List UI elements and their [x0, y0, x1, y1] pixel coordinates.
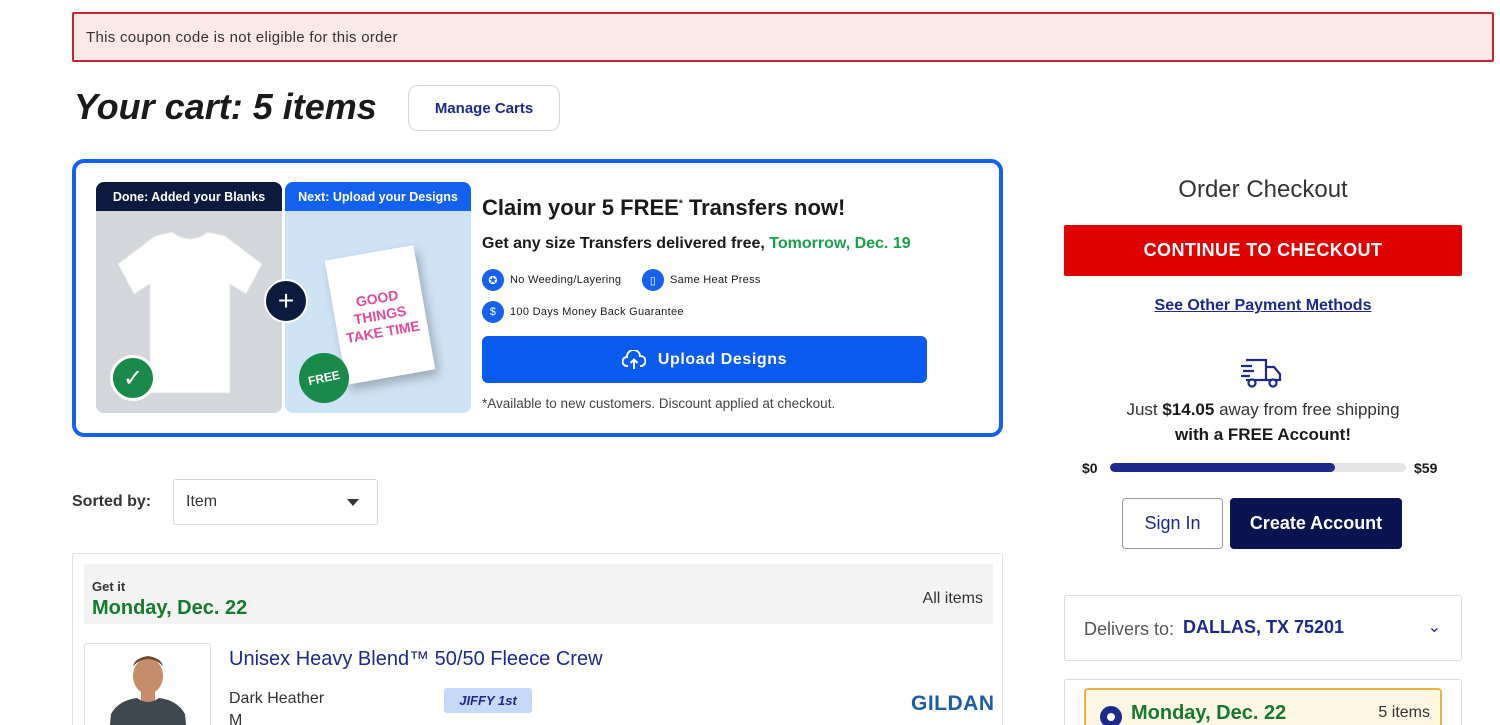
progress-max-label: $59: [1414, 460, 1438, 476]
feature-money-back: $100 Days Money Back Guarantee: [482, 301, 684, 323]
order-checkout-title: Order Checkout: [1178, 176, 1348, 203]
free-transfers-promo: Done: Added your Blanks ✓ + Next: Upload…: [72, 159, 1003, 437]
free-account-message: with a FREE Account!: [1175, 425, 1351, 444]
product-name-link[interactable]: Unisex Heavy Blend™ 50/50 Fleece Crew: [229, 648, 603, 671]
shipping-options-panel: Monday, Dec. 22 5 items: [1064, 679, 1462, 725]
progress-min-label: $0: [1082, 460, 1098, 476]
create-account-button[interactable]: Create Account: [1230, 498, 1402, 549]
shipping-option-date: Monday, Dec. 22: [1131, 702, 1287, 724]
designs-step-card: Next: Upload your Designs GOOD THINGS TA…: [285, 182, 471, 413]
continue-to-checkout-button[interactable]: CONTINUE TO CHECKOUT: [1064, 225, 1462, 276]
promo-title: Claim your 5 FREE* Transfers now!: [482, 195, 846, 220]
delivers-to-location: DALLAS, TX 75201: [1183, 617, 1345, 637]
shipping-option-count: 5 items: [1378, 704, 1430, 721]
product-thumbnail[interactable]: [84, 643, 211, 725]
plus-icon: +: [264, 279, 308, 323]
delivers-to-label: Delivers to:: [1084, 619, 1175, 639]
sort-label: Sorted by:: [72, 493, 152, 510]
promo-subtitle: Get any size Transfers delivered free, T…: [482, 235, 911, 252]
manage-carts-button[interactable]: Manage Carts: [408, 85, 560, 131]
coupon-error-alert: This coupon code is not eligible for thi…: [72, 12, 1494, 62]
cart-items-panel: Get it Monday, Dec. 22 All items Unisex …: [72, 553, 1003, 725]
other-payment-methods-link[interactable]: See Other Payment Methods: [1064, 297, 1462, 315]
blanks-step-card: Done: Added your Blanks ✓: [96, 182, 282, 413]
sort-select[interactable]: Item: [173, 479, 378, 525]
feature-same-heat-press: ▯ Same Heat Press: [642, 269, 761, 291]
progress-fill: [1110, 463, 1335, 472]
cloud-upload-icon: [621, 349, 646, 369]
fast-shipping-truck-icon: [1241, 358, 1282, 388]
document-icon: ▯: [642, 269, 664, 291]
upload-designs-button[interactable]: Upload Designs: [482, 336, 927, 383]
dollar-icon: $: [482, 301, 504, 323]
blanks-step-label: Done: Added your Blanks: [96, 182, 282, 211]
free-shipping-message: Just $14.05 away from free shipping: [1126, 400, 1400, 419]
ribbon-icon: ✪: [482, 269, 504, 291]
all-items-label: All items: [922, 590, 983, 607]
delivery-group-date: Monday, Dec. 22: [92, 597, 248, 619]
get-it-label: Get it: [92, 579, 126, 594]
product-size: M: [229, 712, 243, 725]
sign-in-button[interactable]: Sign In: [1122, 498, 1223, 549]
free-shipping-progress: [1110, 463, 1406, 472]
feature-no-weeding: ✪ No Weeding/Layering: [482, 269, 621, 291]
shipping-option[interactable]: Monday, Dec. 22 5 items: [1084, 688, 1442, 725]
brand-logo: GILDAN: [911, 692, 995, 715]
delivery-group-header: Get it Monday, Dec. 22 All items: [84, 564, 993, 624]
check-icon: ✓: [110, 355, 156, 401]
caret-down-icon: [347, 499, 359, 506]
delivery-date: Tomorrow, Dec. 19: [769, 235, 911, 252]
shipping-option-radio[interactable]: [1100, 706, 1122, 725]
promo-footnote: *Available to new customers. Discount ap…: [482, 396, 836, 411]
jiffy-first-badge: JIFFY 1st: [444, 688, 532, 713]
delivers-to-selector[interactable]: Delivers to: DALLAS, TX 75201 ⌄: [1064, 595, 1462, 661]
chevron-down-icon: ⌄: [1427, 619, 1441, 636]
designs-step-label: Next: Upload your Designs: [285, 182, 471, 211]
product-photo: [109, 656, 187, 725]
cart-title: Your cart: 5 items: [74, 86, 377, 127]
product-color: Dark Heather: [229, 690, 325, 707]
